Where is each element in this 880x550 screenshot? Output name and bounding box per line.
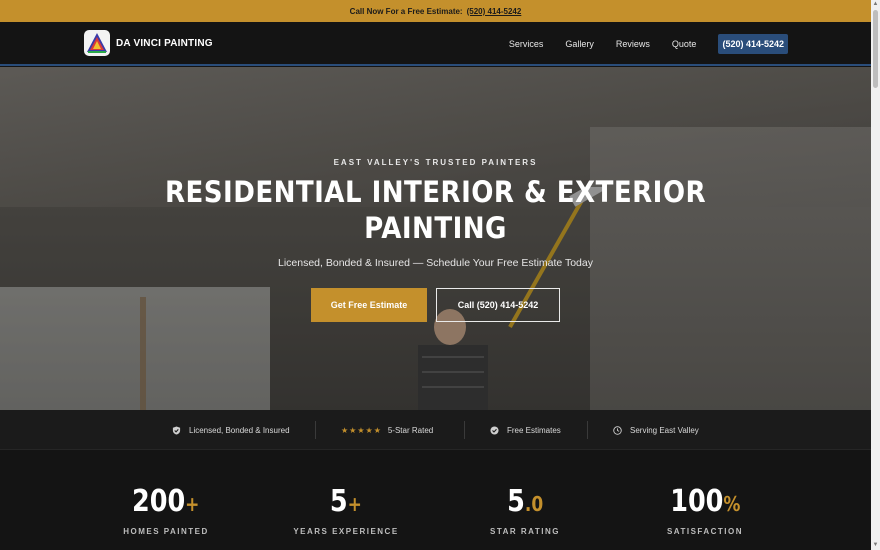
stat-value: 200+ <box>132 484 199 522</box>
stat-value: 5+ <box>330 484 362 522</box>
hero-subtitle: Licensed, Bonded & Insured — Schedule Yo… <box>277 257 593 269</box>
nav-item-reviews[interactable]: Reviews <box>616 39 650 49</box>
trust-label: Licensed, Bonded & Insured <box>189 425 290 435</box>
stat-suffix: .0 <box>524 492 544 516</box>
trust-label: Free Estimates <box>507 425 561 435</box>
star-icon: ★ <box>365 425 373 435</box>
stat-label: YEARS EXPERIENCE <box>293 527 399 536</box>
stats-section: 200+ HOMES PAINTED 5+ YEARS EXPERIENCE 5… <box>0 450 871 550</box>
divider <box>464 421 465 439</box>
nav-item-gallery[interactable]: Gallery <box>565 39 594 49</box>
brand-name[interactable]: DA VINCI PAINTING <box>116 38 213 49</box>
check-circle-icon <box>490 425 499 435</box>
stat-value: 100% <box>670 484 740 522</box>
nav-item-services[interactable]: Services <box>509 39 544 49</box>
stat-star-rating: 5.0 STAR RATING <box>445 484 605 536</box>
star-icon: ★ <box>357 425 365 435</box>
hero-title-line-2: Painting <box>364 211 507 245</box>
stat-number: 5 <box>506 484 525 519</box>
main-nav: Services Gallery Reviews Quote (520) 414… <box>509 34 788 54</box>
scrollbar-thumb[interactable] <box>873 10 878 88</box>
announcement-phone-link[interactable]: (520) 414-5242 <box>467 7 522 16</box>
divider <box>587 421 588 439</box>
stat-number: 200 <box>132 484 186 519</box>
stat-number: 100 <box>669 484 724 519</box>
stat-label: SATISFACTION <box>666 527 744 536</box>
trust-item-estimates: Free Estimates <box>490 410 561 450</box>
stat-number: 5 <box>329 484 348 519</box>
stat-value: 5.0 <box>507 484 543 522</box>
star-icon: ★ <box>341 425 349 435</box>
scroll-down-icon[interactable]: ▼ <box>872 542 879 549</box>
clock-icon <box>613 425 622 435</box>
shield-check-icon <box>172 425 181 435</box>
scroll-up-icon[interactable]: ▲ <box>872 1 879 8</box>
trust-label: Serving East Valley <box>630 425 699 435</box>
nav-item-quote[interactable]: Quote <box>672 39 697 49</box>
stat-years-experience: 5+ YEARS EXPERIENCE <box>266 484 426 536</box>
trust-label: 5-Star Rated <box>387 425 434 435</box>
stat-suffix: % <box>723 492 741 516</box>
hero-eyebrow: EAST VALLEY'S TRUSTED PAINTERS <box>333 158 538 167</box>
star-icon: ★ <box>373 425 381 435</box>
get-free-estimate-button[interactable]: Get Free Estimate <box>311 288 427 322</box>
stat-suffix: + <box>185 492 200 516</box>
stat-label: HOMES PAINTED <box>123 527 209 536</box>
trust-item-service-area: Serving East Valley <box>613 410 699 450</box>
trust-bar: Licensed, Bonded & Insured ★ ★ ★ ★ ★ 5-S… <box>0 410 871 450</box>
hero-title-line-1: Residential Interior & Exterior <box>164 175 707 209</box>
trust-item-licensed: Licensed, Bonded & Insured <box>172 410 290 450</box>
stat-label: STAR RATING <box>490 527 560 536</box>
call-phone-button[interactable]: Call (520) 414-5242 <box>436 288 560 322</box>
announcement-text: Call Now For a Free Estimate: <box>349 6 463 16</box>
trust-item-rating: ★ ★ ★ ★ ★ 5-Star Rated <box>341 410 433 450</box>
page-scrollbar[interactable]: ▲ ▼ <box>871 0 880 550</box>
announcement-bar: Call Now For a Free Estimate: (520) 414-… <box>0 0 871 22</box>
stat-satisfaction: 100% SATISFACTION <box>625 484 785 536</box>
star-icon: ★ <box>349 425 357 435</box>
star-rating: ★ ★ ★ ★ ★ <box>341 426 382 435</box>
brand-logo-icon[interactable] <box>84 30 110 56</box>
site-header: DA VINCI PAINTING Services Gallery Revie… <box>0 22 871 66</box>
hero-title: Residential Interior & Exterior Painting <box>44 174 828 246</box>
stat-homes-painted: 200+ HOMES PAINTED <box>86 484 246 536</box>
nav-call-button[interactable]: (520) 414-5242 <box>718 34 788 54</box>
divider <box>315 421 316 439</box>
stat-suffix: + <box>347 492 362 516</box>
